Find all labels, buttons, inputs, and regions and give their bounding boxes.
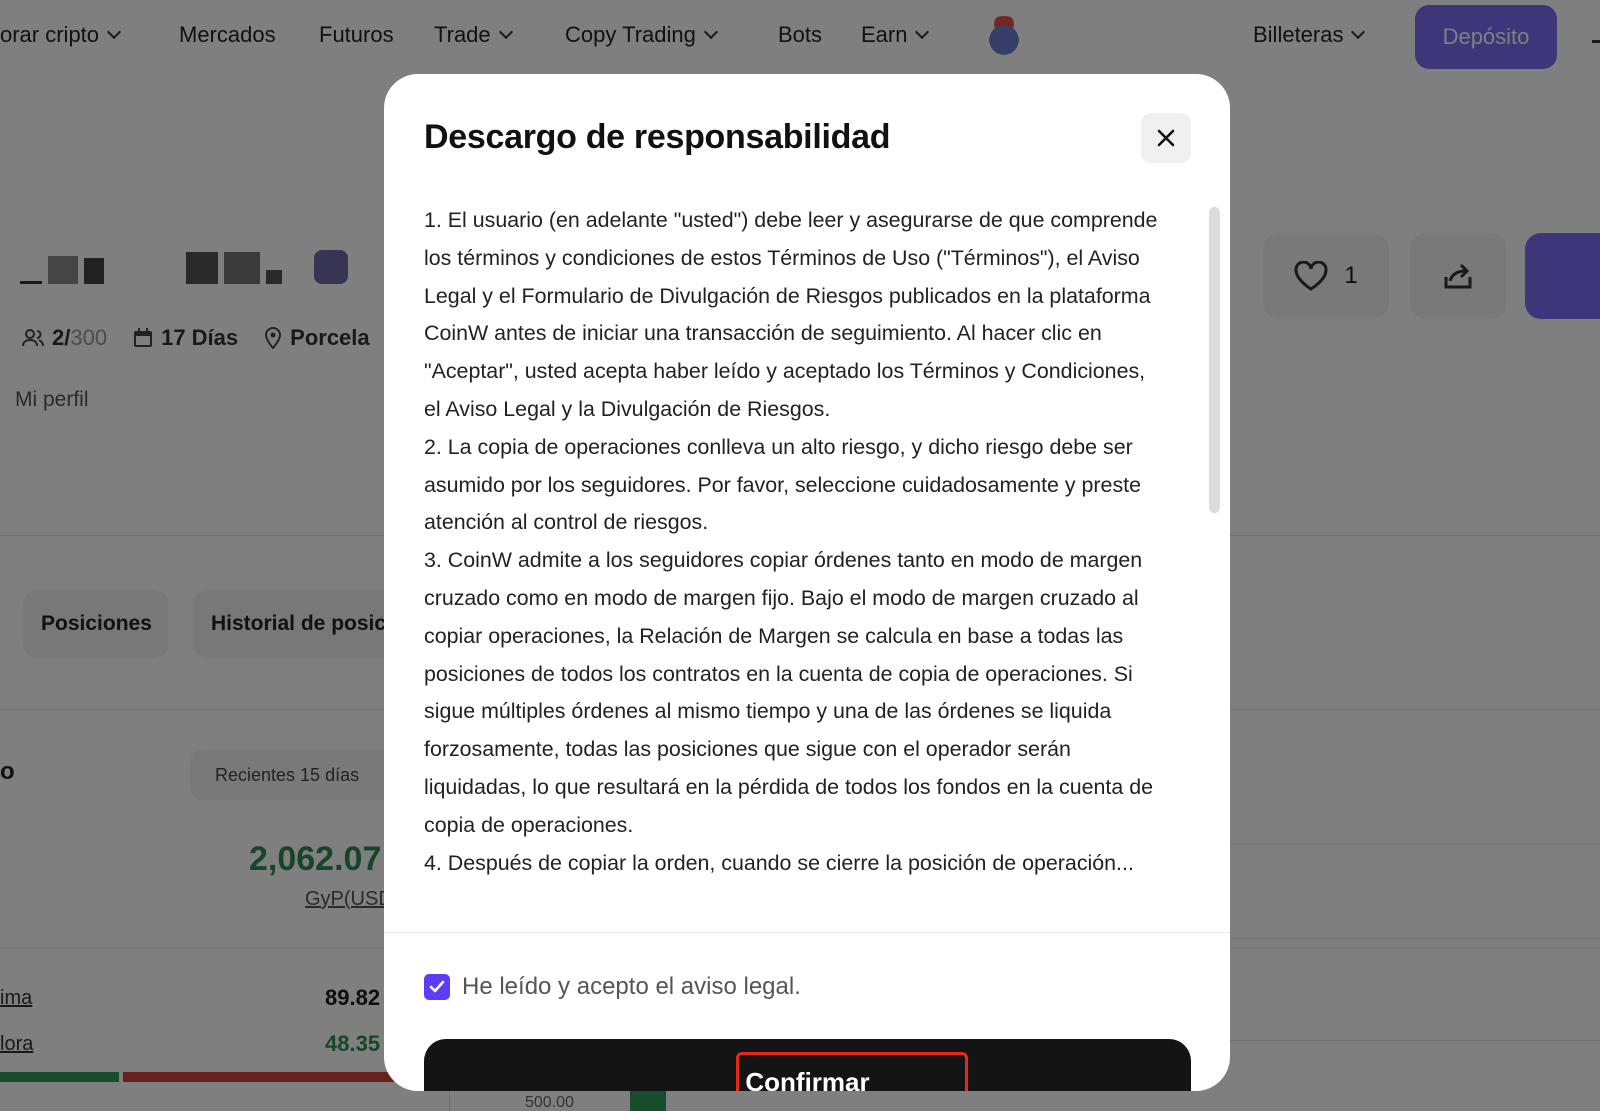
checkmark-icon <box>429 980 445 993</box>
disclaimer-modal: Descargo de responsabilidad 1. El usuari… <box>384 74 1230 1091</box>
modal-divider <box>384 932 1230 933</box>
modal-title: Descargo de responsabilidad <box>424 118 891 156</box>
disclaimer-paragraph: 4. Después de copiar la orden, cuando se… <box>424 850 1134 875</box>
confirm-button[interactable]: Confirmar <box>424 1039 1191 1091</box>
disclaimer-paragraph: 2. La copia de operaciones conlleva un a… <box>424 434 1141 535</box>
accept-checkbox[interactable] <box>424 974 450 1000</box>
disclaimer-paragraph: 1. El usuario (en adelante "usted") debe… <box>424 208 1158 421</box>
confirm-button-label: Confirmar <box>745 1066 870 1092</box>
close-icon <box>1157 129 1175 147</box>
disclaimer-paragraph: 3. CoinW admite a los seguidores copiar … <box>424 548 1153 837</box>
accept-checkbox-label[interactable]: He leído y acepto el aviso legal. <box>462 973 801 1001</box>
scrollbar-thumb[interactable] <box>1209 207 1220 513</box>
accept-checkbox-row[interactable]: He leído y acepto el aviso legal. <box>424 973 801 1001</box>
disclaimer-text[interactable]: 1. El usuario (en adelante "usted") debe… <box>424 202 1164 932</box>
close-button[interactable] <box>1141 113 1191 163</box>
